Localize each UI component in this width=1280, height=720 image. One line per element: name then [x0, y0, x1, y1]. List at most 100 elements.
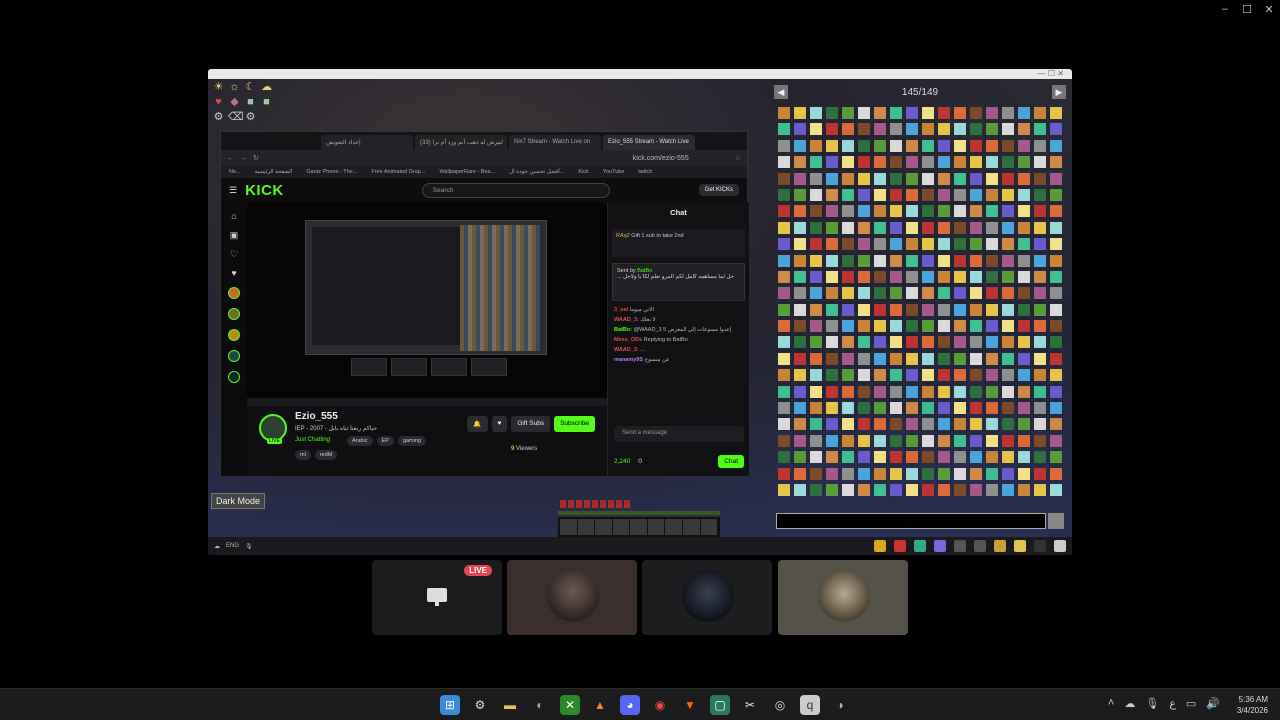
- inventory-slot[interactable]: [794, 107, 806, 119]
- inventory-slot[interactable]: [938, 139, 950, 152]
- inventory-slot[interactable]: [922, 320, 934, 333]
- inventory-slot[interactable]: [874, 483, 886, 496]
- inventory-slot[interactable]: [778, 336, 790, 349]
- inventory-slot[interactable]: [890, 270, 902, 283]
- inventory-slot[interactable]: [954, 172, 966, 185]
- inventory-slot[interactable]: [890, 123, 902, 136]
- search-input[interactable]: Search: [421, 182, 610, 198]
- inventory-slot[interactable]: [1050, 205, 1062, 218]
- windows-icon[interactable]: [1054, 540, 1066, 552]
- inventory-slot[interactable]: [858, 467, 870, 480]
- chat-input[interactable]: Send a message: [614, 426, 744, 442]
- close-button[interactable]: ✕: [1258, 0, 1280, 18]
- inventory-slot[interactable]: [986, 434, 998, 447]
- lang-indicator[interactable]: ENG: [226, 543, 239, 549]
- clock[interactable]: 5:36 AM 3/4/2026: [1237, 694, 1268, 716]
- inventory-slot[interactable]: [986, 188, 998, 201]
- inventory-slot[interactable]: [986, 467, 998, 480]
- inventory-slot[interactable]: [906, 270, 918, 283]
- inventory-slot[interactable]: [1018, 254, 1030, 267]
- app-icon[interactable]: [954, 540, 966, 552]
- minimize-button[interactable]: –: [1214, 0, 1236, 18]
- inventory-slot[interactable]: [794, 139, 806, 152]
- vlc-icon[interactable]: ▲: [590, 695, 610, 715]
- inventory-slot[interactable]: [906, 336, 918, 349]
- inventory-slot[interactable]: [826, 467, 838, 480]
- inventory-slot[interactable]: [1018, 369, 1030, 382]
- inventory-slot[interactable]: [826, 385, 838, 398]
- discord-icon[interactable]: ◕: [620, 695, 640, 715]
- inventory-slot[interactable]: [794, 270, 806, 283]
- inventory-slot[interactable]: [858, 188, 870, 201]
- inventory-slot[interactable]: [906, 320, 918, 333]
- inventory-slot[interactable]: [810, 385, 822, 398]
- inventory-slot[interactable]: [810, 287, 822, 300]
- inventory-slot[interactable]: [778, 107, 790, 119]
- onedrive-icon[interactable]: ☁: [1124, 697, 1135, 710]
- inventory-slot[interactable]: [842, 287, 854, 300]
- inventory-slot[interactable]: [922, 352, 934, 365]
- inventory-slot[interactable]: [1034, 172, 1046, 185]
- inventory-slot[interactable]: [842, 369, 854, 382]
- inventory-slot[interactable]: [890, 336, 902, 349]
- inventory-slot[interactable]: [986, 352, 998, 365]
- inventory-slot[interactable]: [858, 156, 870, 169]
- inventory-slot[interactable]: [954, 188, 966, 201]
- inventory-slot[interactable]: [938, 352, 950, 365]
- inventory-slot[interactable]: [1050, 188, 1062, 201]
- inventory-slot[interactable]: [858, 254, 870, 267]
- inventory-slot[interactable]: [826, 221, 838, 234]
- inventory-slot[interactable]: [970, 418, 982, 431]
- inventory-slot[interactable]: [970, 139, 982, 152]
- inventory-slot[interactable]: [906, 107, 918, 119]
- inventory-slot[interactable]: [906, 418, 918, 431]
- inventory-slot[interactable]: [858, 270, 870, 283]
- moon-icon[interactable]: ☾: [244, 81, 257, 94]
- inventory-slot[interactable]: [1050, 172, 1062, 185]
- inventory-slot[interactable]: [970, 221, 982, 234]
- inventory-slot[interactable]: [922, 369, 934, 382]
- inventory-slot[interactable]: [826, 483, 838, 496]
- inventory-slot[interactable]: [842, 385, 854, 398]
- cloud-icon[interactable]: ☁: [260, 81, 273, 94]
- inventory-slot[interactable]: [954, 320, 966, 333]
- inventory-slot[interactable]: [874, 238, 886, 251]
- inventory-slot[interactable]: [938, 385, 950, 398]
- inventory-slot[interactable]: [954, 336, 966, 349]
- inventory-slot[interactable]: [906, 369, 918, 382]
- inventory-slot[interactable]: [1018, 123, 1030, 136]
- inventory-slot[interactable]: [1034, 434, 1046, 447]
- inventory-slot[interactable]: [906, 123, 918, 136]
- chat-user[interactable]: BatBo:: [614, 327, 632, 333]
- inventory-slot[interactable]: [1050, 123, 1062, 136]
- inventory-slot[interactable]: [986, 238, 998, 251]
- inventory-slot[interactable]: [890, 221, 902, 234]
- inventory-slot[interactable]: [1018, 188, 1030, 201]
- inventory-slot[interactable]: [938, 434, 950, 447]
- inventory-slot[interactable]: [1034, 369, 1046, 382]
- inventory-slot[interactable]: [970, 320, 982, 333]
- inventory-slot[interactable]: [874, 172, 886, 185]
- inventory-slot[interactable]: [1018, 156, 1030, 169]
- inventory-slot[interactable]: [954, 123, 966, 136]
- bookmark-item[interactable]: Ne...: [229, 169, 241, 175]
- inventory-slot[interactable]: [874, 336, 886, 349]
- tag[interactable]: gaming: [397, 436, 426, 446]
- inventory-slot[interactable]: [794, 369, 806, 382]
- inventory-slot[interactable]: [922, 221, 934, 234]
- inventory-slot[interactable]: [890, 107, 902, 119]
- inventory-slot[interactable]: [1002, 139, 1014, 152]
- inventory-slot[interactable]: [794, 451, 806, 464]
- inventory-slot[interactable]: [1002, 205, 1014, 218]
- inventory-slot[interactable]: [778, 467, 790, 480]
- inventory-slot[interactable]: [922, 451, 934, 464]
- inventory-slot[interactable]: [826, 139, 838, 152]
- inventory-slot[interactable]: [794, 188, 806, 201]
- inventory-slot[interactable]: [986, 369, 998, 382]
- kicks-count[interactable]: 0: [638, 458, 642, 465]
- hotbar-slot[interactable]: [682, 519, 701, 535]
- inventory-slot[interactable]: [1002, 418, 1014, 431]
- inventory-slot[interactable]: [986, 483, 998, 496]
- inventory-slot[interactable]: [1002, 385, 1014, 398]
- inventory-slot[interactable]: [1018, 483, 1030, 496]
